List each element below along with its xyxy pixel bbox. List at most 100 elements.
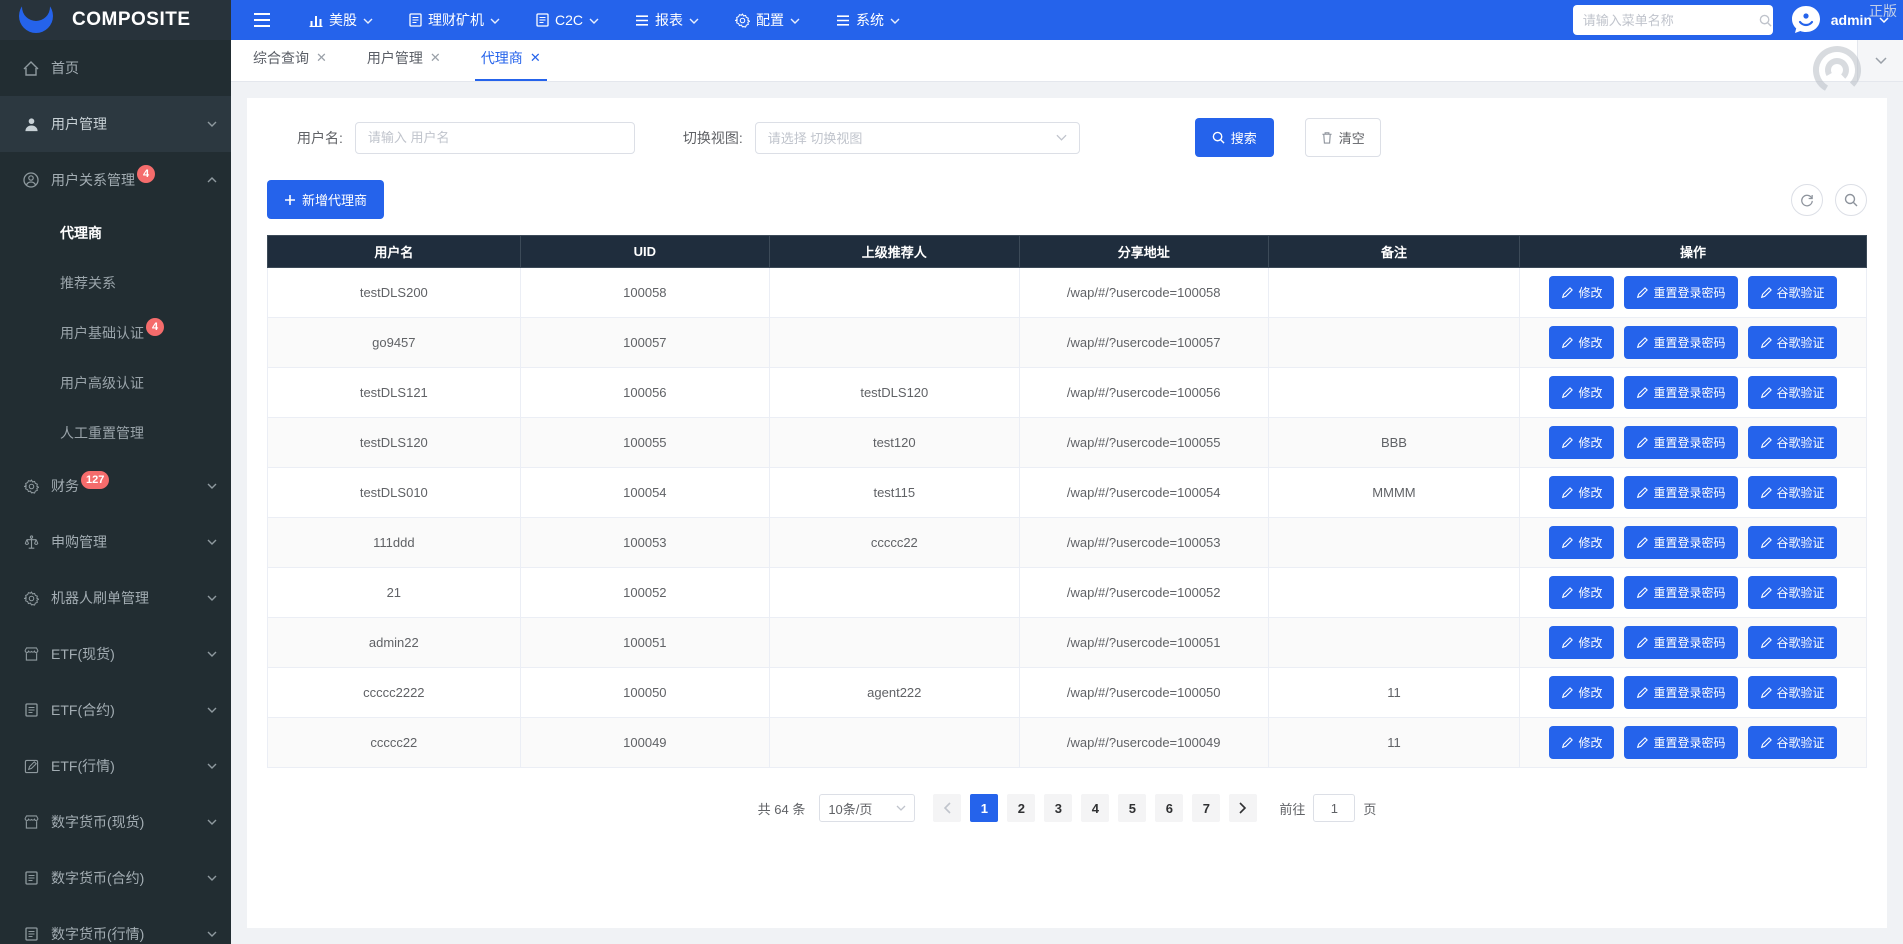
pagination-page-4[interactable]: 4 <box>1081 794 1110 822</box>
topnav-item-us-stocks[interactable]: 美股 <box>309 10 373 30</box>
google-auth-button[interactable]: 谷歌验证 <box>1747 476 1837 509</box>
topnav-item-reports[interactable]: 报表 <box>635 10 699 30</box>
username-label[interactable]: admin <box>1831 12 1872 28</box>
edit-button[interactable]: 修改 <box>1549 476 1615 509</box>
sidebar-subitem-referral-relation[interactable]: 推荐关系 <box>0 258 231 308</box>
search-button[interactable]: 搜索 <box>1194 118 1274 157</box>
sidebar-item-finance[interactable]: 财务 127 <box>0 458 231 514</box>
pagination-page-5[interactable]: 5 <box>1118 794 1147 822</box>
pen-icon <box>1636 436 1649 449</box>
reset-login-password-button[interactable]: 重置登录密码 <box>1624 676 1738 709</box>
google-auth-button[interactable]: 谷歌验证 <box>1747 276 1837 309</box>
reset-login-password-button[interactable]: 重置登录密码 <box>1624 476 1738 509</box>
edit-button[interactable]: 修改 <box>1549 576 1615 609</box>
google-auth-button[interactable]: 谷歌验证 <box>1747 376 1837 409</box>
google-auth-button[interactable]: 谷歌验证 <box>1747 576 1837 609</box>
table-row: go9457 100057/wap/#/?usercode=100057 修改 重置登… <box>267 317 1868 368</box>
google-auth-button[interactable]: 谷歌验证 <box>1747 626 1837 659</box>
column-search-button[interactable] <box>1835 183 1867 216</box>
close-icon[interactable]: ✕ <box>530 50 541 66</box>
uid-cell: 100051 <box>519 617 771 668</box>
close-icon[interactable]: ✕ <box>316 50 327 66</box>
refresh-button[interactable] <box>1791 183 1823 216</box>
pen-icon <box>1561 736 1574 749</box>
uid-cell: 100055 <box>519 417 771 468</box>
topnav-item-config[interactable]: 配置 <box>735 10 800 30</box>
sidebar-item-crypto-spot[interactable]: 数字货币(现货) <box>0 794 231 850</box>
goto-page-input[interactable] <box>1313 794 1356 822</box>
reset-login-password-button[interactable]: 重置登录密码 <box>1624 326 1738 359</box>
google-auth-button[interactable]: 谷歌验证 <box>1747 676 1837 709</box>
sidebar-item-etf-quotes[interactable]: ETF(行情) <box>0 738 231 794</box>
user-avatar[interactable] <box>1789 3 1823 37</box>
tab-agent[interactable]: 代理商 ✕ <box>474 48 547 81</box>
reset-login-password-button[interactable]: 重置登录密码 <box>1624 526 1738 559</box>
google-auth-button[interactable]: 谷歌验证 <box>1747 326 1837 359</box>
actions-cell: 修改 重置登录密码 谷歌验证 <box>1518 317 1868 368</box>
reset-login-password-button[interactable]: 重置登录密码 <box>1624 376 1738 409</box>
view-switch-select[interactable]: 请选择 切换视图 <box>754 121 1080 154</box>
tab-bar: 综合查询 ✕ 用户管理 ✕ 代理商 ✕ <box>231 40 1903 82</box>
topnav-item-c2c[interactable]: C2C <box>536 10 599 30</box>
edit-button[interactable]: 修改 <box>1549 526 1615 559</box>
table-row: 111ddd 100053 ccccc22/wap/#/?usercode=1000… <box>267 517 1868 568</box>
edit-button[interactable]: 修改 <box>1549 426 1615 459</box>
chevron-down-icon[interactable] <box>1879 17 1889 23</box>
sidebar-subitem-manual-reset-management[interactable]: 人工重置管理 <box>0 408 231 458</box>
uid-cell: 100057 <box>519 317 771 368</box>
reset-login-password-button[interactable]: 重置登录密码 <box>1624 426 1738 459</box>
referrer-cell <box>769 717 1020 768</box>
pagination-prev-button[interactable] <box>933 794 962 822</box>
sidebar-item-home[interactable]: 首页 <box>0 40 231 96</box>
sidebar-item-crypto-quotes[interactable]: 数字货币(行情) <box>0 906 231 944</box>
edit-button[interactable]: 修改 <box>1549 276 1615 309</box>
top-bar: 美股 理财矿机 C2C 报表 配置 系统 admin <box>231 0 1903 40</box>
reset-login-password-button[interactable]: 重置登录密码 <box>1624 276 1738 309</box>
home-icon <box>22 60 40 76</box>
hamburger-menu-icon[interactable] <box>253 13 271 27</box>
chevron-down-icon <box>589 18 599 24</box>
edit-button[interactable]: 修改 <box>1549 726 1615 759</box>
pagination-page-1[interactable]: 1 <box>970 794 999 822</box>
pagination-page-7[interactable]: 7 <box>1192 794 1221 822</box>
edit-button[interactable]: 修改 <box>1549 376 1615 409</box>
close-icon[interactable]: ✕ <box>430 50 441 66</box>
pagination-page-3[interactable]: 3 <box>1044 794 1073 822</box>
tab-user-management[interactable]: 用户管理 ✕ <box>361 48 447 81</box>
edit-button[interactable]: 修改 <box>1549 626 1615 659</box>
table-row: admin22 100051/wap/#/?usercode=100051 修改 重置… <box>267 617 1868 668</box>
sidebar-item-subscription-management[interactable]: 申购管理 <box>0 514 231 570</box>
reset-login-password-button[interactable]: 重置登录密码 <box>1624 726 1738 759</box>
menu-search-input[interactable] <box>1582 12 1759 28</box>
google-auth-button[interactable]: 谷歌验证 <box>1747 526 1837 559</box>
topnav-item-wealth-mining[interactable]: 理财矿机 <box>409 10 500 30</box>
pagination-next-button[interactable] <box>1229 794 1258 822</box>
sidebar-item-crypto-contract[interactable]: 数字货币(合约) <box>0 850 231 906</box>
google-auth-button[interactable]: 谷歌验证 <box>1747 426 1837 459</box>
sidebar-item-robot-trading-management[interactable]: 机器人刷单管理 <box>0 570 231 626</box>
sidebar-item-user-relation-management[interactable]: 用户关系管理 4 <box>0 152 231 208</box>
username-filter-input[interactable] <box>354 121 635 154</box>
pagination-page-2[interactable]: 2 <box>1007 794 1036 822</box>
page-size-select[interactable]: 10条/页 <box>819 794 916 822</box>
sidebar-subitem-user-advanced-auth[interactable]: 用户高级认证 <box>0 358 231 408</box>
topnav-item-system[interactable]: 系统 <box>836 10 900 30</box>
pen-icon <box>1561 486 1574 499</box>
topnav-item-label: C2C <box>555 12 584 28</box>
sidebar-subitem-agent[interactable]: 代理商 <box>0 208 231 258</box>
clear-button[interactable]: 清空 <box>1304 118 1381 157</box>
sidebar-item-etf-spot[interactable]: ETF(现货) <box>0 626 231 682</box>
sidebar-item-user-management[interactable]: 用户管理 <box>0 96 231 152</box>
tab-list-dropdown-button[interactable] <box>1857 40 1903 81</box>
tab-comprehensive-query[interactable]: 综合查询 ✕ <box>247 48 333 81</box>
sidebar-subitem-user-basic-auth[interactable]: 用户基础认证 4 <box>0 308 231 358</box>
edit-button[interactable]: 修改 <box>1549 676 1615 709</box>
google-auth-button[interactable]: 谷歌验证 <box>1747 726 1837 759</box>
sidebar-item-etf-contract[interactable]: ETF(合约) <box>0 682 231 738</box>
edit-button[interactable]: 修改 <box>1549 326 1615 359</box>
pagination-page-6[interactable]: 6 <box>1155 794 1184 822</box>
search-icon[interactable] <box>1759 14 1772 27</box>
reset-login-password-button[interactable]: 重置登录密码 <box>1624 576 1738 609</box>
add-agent-button[interactable]: 新增代理商 <box>267 180 385 219</box>
reset-login-password-button[interactable]: 重置登录密码 <box>1624 626 1738 659</box>
